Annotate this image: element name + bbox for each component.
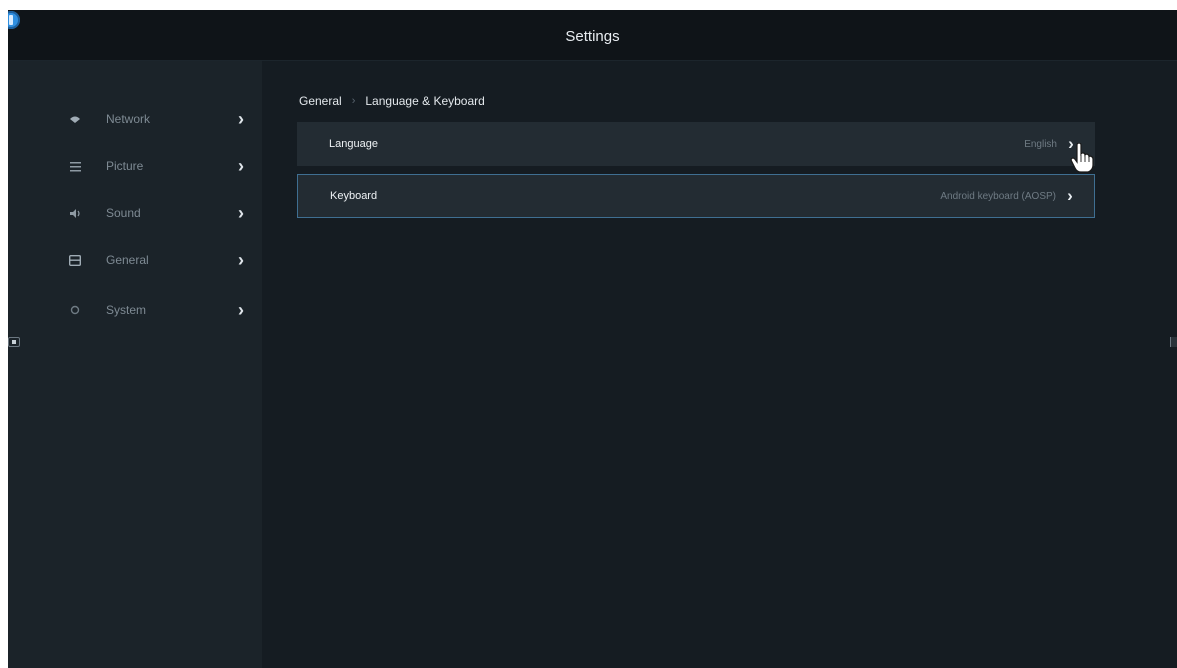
sidebar-item-network[interactable]: Network › <box>68 104 258 134</box>
language-label: Language <box>329 138 378 150</box>
page-title: Settings <box>565 28 620 45</box>
app-logo-icon <box>8 11 20 29</box>
sidebar-item-general[interactable]: General › <box>68 245 258 275</box>
sidebar-item-system[interactable]: System › <box>68 295 258 325</box>
sound-icon <box>68 206 82 220</box>
sidebar-item-label: Sound <box>106 206 141 220</box>
picture-icon <box>68 159 82 173</box>
breadcrumb-current: Language & Keyboard <box>365 94 485 108</box>
hand-cursor-icon <box>1070 143 1094 173</box>
chevron-right-icon: › <box>238 299 244 320</box>
chevron-right-icon: › <box>1067 186 1073 205</box>
sidebar-item-sound[interactable]: Sound › <box>68 198 258 228</box>
breadcrumb: General › Language & Keyboard <box>299 94 485 108</box>
chevron-right-icon: › <box>238 108 244 129</box>
breadcrumb-parent[interactable]: General <box>299 94 342 108</box>
language-value: English <box>1024 138 1057 150</box>
language-row[interactable]: Language English › <box>297 122 1095 166</box>
chevron-right-icon: › <box>238 249 244 270</box>
left-edge-icon <box>8 337 20 347</box>
wifi-icon <box>68 112 82 126</box>
settings-screen: Settings Network › Picture › Sound › Gen… <box>8 10 1177 668</box>
sidebar-item-label: Network <box>106 112 151 126</box>
sidebar-item-label: Picture <box>106 159 144 173</box>
chevron-right-icon: › <box>238 202 244 223</box>
system-icon <box>68 303 82 317</box>
breadcrumb-separator: › <box>351 95 356 107</box>
sidebar-item-label: System <box>106 303 147 317</box>
sidebar-item-picture[interactable]: Picture › <box>68 151 258 181</box>
keyboard-value: Android keyboard (AOSP) <box>940 190 1056 202</box>
chevron-right-icon: › <box>238 155 244 176</box>
right-edge-icon <box>1170 337 1177 347</box>
sidebar-item-label: General <box>106 253 149 267</box>
title-bar: Settings <box>8 10 1177 61</box>
general-icon <box>68 253 82 267</box>
keyboard-row[interactable]: Keyboard Android keyboard (AOSP) › <box>297 174 1095 218</box>
keyboard-label: Keyboard <box>330 190 378 202</box>
